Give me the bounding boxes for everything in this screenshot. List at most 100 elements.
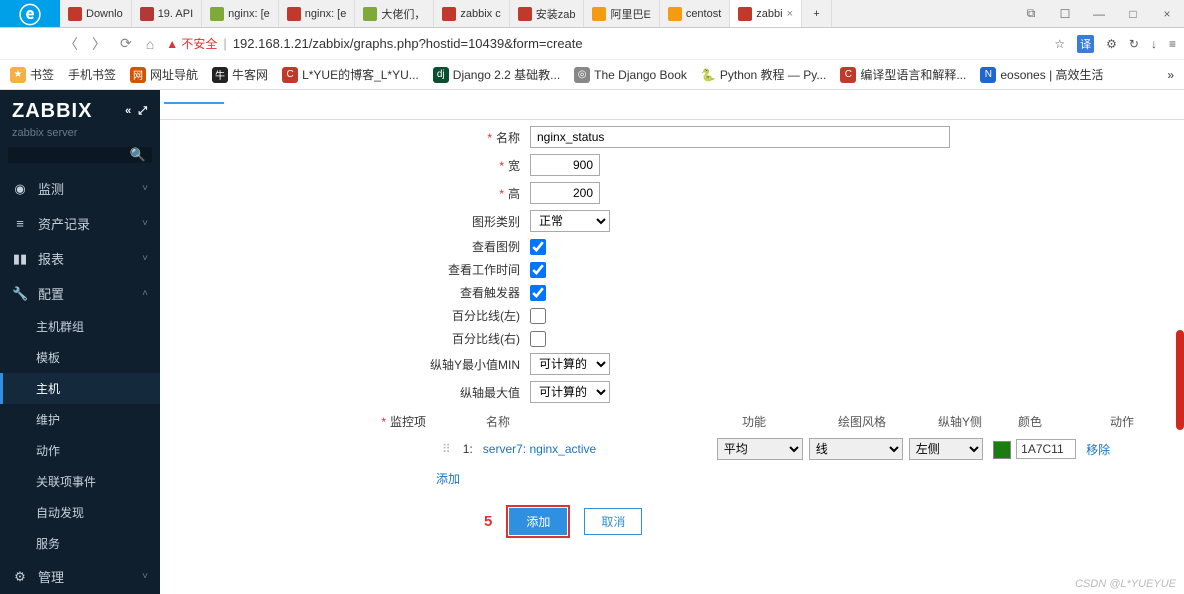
- sidebar-sub-item[interactable]: 自动发现: [0, 497, 160, 528]
- name-input[interactable]: [530, 126, 950, 148]
- add-item-link[interactable]: 添加: [436, 470, 460, 487]
- browser-logo: ⓔ: [0, 0, 60, 27]
- reload-button[interactable]: ⟳: [118, 35, 134, 52]
- bookmark-item[interactable]: Neosones | 高效生活: [980, 66, 1103, 83]
- translate-icon[interactable]: 译: [1077, 35, 1094, 53]
- zabbix-logo: ZABBIX « ⤢: [0, 90, 160, 127]
- sidebar-item[interactable]: ≡资产记录˅: [0, 206, 160, 241]
- bookmarks-bar: ★书签手机书签网网址导航牛牛客网 CL*YUE的博客_L*YU... djDjang…: [0, 60, 1184, 90]
- browser-tab[interactable]: 阿里巴E: [584, 0, 659, 27]
- win-btn-b[interactable]: ☐: [1048, 0, 1082, 27]
- sidebar-item[interactable]: 🔧配置˄: [0, 276, 160, 311]
- worktime-checkbox[interactable]: [530, 262, 546, 278]
- sidebar-sub-item[interactable]: 关联项事件: [0, 466, 160, 497]
- percent-left-checkbox[interactable]: [530, 308, 546, 324]
- menu-icon[interactable]: ≡: [1169, 37, 1176, 51]
- item-side-select[interactable]: 左侧: [909, 438, 983, 460]
- home-button[interactable]: ⌂: [144, 36, 156, 52]
- sidebar-item[interactable]: ▮▮报表˅: [0, 241, 160, 276]
- browser-tab[interactable]: 安装zab: [510, 0, 585, 27]
- height-input[interactable]: [530, 182, 600, 204]
- bookmark-item[interactable]: C编译型语言和解释...: [840, 66, 966, 83]
- ymin-select[interactable]: 可计算的: [530, 353, 610, 375]
- percent-right-checkbox[interactable]: [530, 331, 546, 347]
- url-field[interactable]: ▲ 不安全 | 192.168.1.21/zabbix/graphs.php?h…: [166, 35, 1044, 52]
- browser-tab[interactable]: nginx: [e: [279, 0, 356, 27]
- close-window-button[interactable]: ×: [1150, 0, 1184, 27]
- sidebar-collapse-icon[interactable]: «: [125, 105, 132, 118]
- ymax-select[interactable]: 可计算的: [530, 381, 610, 403]
- window-controls: ⧉ ☐ — □ ×: [1014, 0, 1184, 27]
- sidebar-sub-item[interactable]: 服务: [0, 528, 160, 559]
- width-input[interactable]: [530, 154, 600, 176]
- item-name-link[interactable]: server7: nginx_active: [477, 442, 717, 456]
- sidebar-sub-item[interactable]: 维护: [0, 404, 160, 435]
- item-func-select[interactable]: 平均: [717, 438, 803, 460]
- favicon: [442, 7, 456, 21]
- submit-button[interactable]: 添加: [509, 508, 567, 535]
- sidebar-search[interactable]: 🔍: [8, 147, 152, 163]
- bookmark-item[interactable]: djDjango 2.2 基础教...: [433, 66, 560, 83]
- cancel-button[interactable]: 取消: [584, 508, 642, 535]
- bookmark-star-icon[interactable]: ☆: [1054, 37, 1065, 51]
- browser-tab[interactable]: zabbi×: [730, 0, 802, 27]
- item-style-select[interactable]: 线: [809, 438, 903, 460]
- browser-tab[interactable]: 大佬们，: [355, 0, 434, 27]
- close-tab-icon[interactable]: ×: [787, 8, 793, 20]
- bookmark-icon: C: [282, 67, 298, 83]
- browser-tab[interactable]: Downlo: [60, 0, 132, 27]
- sidebar-item-admin[interactable]: ⚙ 管理 ˅: [0, 559, 160, 594]
- win-btn-a[interactable]: ⧉: [1014, 0, 1048, 27]
- favicon: [210, 7, 224, 21]
- browser-tab[interactable]: 19. API: [132, 0, 202, 27]
- sidebar-sub-item[interactable]: 模板: [0, 342, 160, 373]
- scroll-indicator[interactable]: [1176, 330, 1184, 430]
- remove-item-link[interactable]: 移除: [1076, 441, 1120, 458]
- extensions-icon[interactable]: ⚙: [1106, 37, 1117, 51]
- bookmark-item[interactable]: 网网址导航: [130, 66, 198, 83]
- sidebar-sub-item[interactable]: 主机群组: [0, 311, 160, 342]
- gear-icon: ⚙: [12, 569, 28, 585]
- label-ymin: 纵轴Y最小值MIN: [430, 358, 520, 372]
- new-tab-button[interactable]: +: [802, 0, 832, 27]
- back-button[interactable]: 〈: [62, 34, 80, 54]
- bookmark-item[interactable]: ◎The Django Book: [574, 66, 687, 83]
- history-icon[interactable]: ↻: [1129, 37, 1139, 51]
- bookmark-item[interactable]: 🐍Python 教程 — Py...: [701, 66, 826, 83]
- bookmark-item[interactable]: ★书签: [10, 66, 54, 83]
- downloads-icon[interactable]: ↓: [1151, 37, 1157, 51]
- favicon: [738, 7, 752, 21]
- sidebar-sub-item[interactable]: 动作: [0, 435, 160, 466]
- bookmark-icon: dj: [433, 67, 449, 83]
- bookmark-item[interactable]: CL*YUE的博客_L*YU...: [282, 66, 419, 83]
- graph-type-select[interactable]: 正常: [530, 210, 610, 232]
- bookmark-label: L*YUE的博客_L*YU...: [302, 66, 419, 83]
- content-tabstrip: [160, 102, 1184, 120]
- legend-checkbox[interactable]: [530, 239, 546, 255]
- tab-label: nginx: [e: [228, 8, 270, 20]
- bookmark-item[interactable]: 牛牛客网: [212, 66, 268, 83]
- tab-label: 19. API: [158, 8, 193, 20]
- sidebar-expand-icon[interactable]: ⤢: [138, 105, 148, 118]
- sidebar: ZABBIX « ⤢ zabbix server 🔍 ◉监测˅≡资产记录˅▮▮报…: [0, 90, 160, 594]
- item-index: 1:: [457, 442, 477, 456]
- browser-titlebar: ⓔ Downlo19. APInginx: [enginx: [e大佬们，zab…: [0, 0, 1184, 28]
- drag-handle-icon[interactable]: ⠿: [436, 442, 457, 456]
- sidebar-item[interactable]: ◉监测˅: [0, 171, 160, 206]
- label-items: 监控项: [390, 415, 426, 429]
- color-swatch[interactable]: [993, 441, 1011, 459]
- bookmark-icon: ◎: [574, 67, 590, 83]
- bookmark-icon: N: [980, 67, 996, 83]
- browser-tab[interactable]: centost: [660, 0, 730, 27]
- triggers-checkbox[interactable]: [530, 285, 546, 301]
- color-value[interactable]: 1A7C11: [1016, 439, 1076, 459]
- bookmark-label: 编译型语言和解释...: [860, 66, 966, 83]
- maximize-button[interactable]: □: [1116, 0, 1150, 27]
- bookmarks-overflow[interactable]: »: [1167, 68, 1174, 82]
- minimize-button[interactable]: —: [1082, 0, 1116, 27]
- browser-tab[interactable]: zabbix c: [434, 0, 509, 27]
- bookmark-item[interactable]: 手机书签: [68, 66, 116, 83]
- browser-tab[interactable]: nginx: [e: [202, 0, 279, 27]
- forward-button[interactable]: 〉: [90, 34, 108, 54]
- sidebar-sub-item[interactable]: 主机: [0, 373, 160, 404]
